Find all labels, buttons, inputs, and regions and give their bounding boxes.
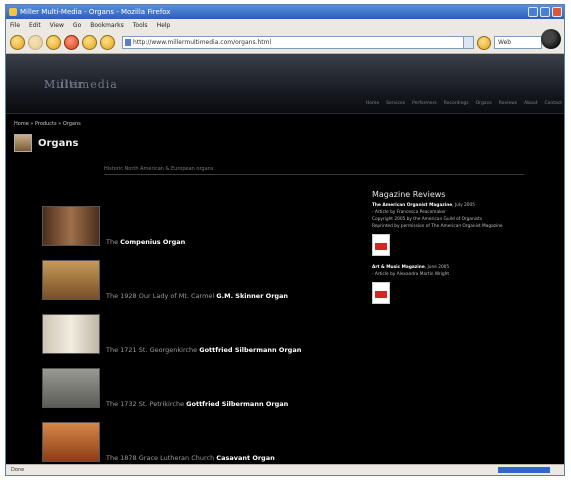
review-source: Art & Music Magazine, June 2005 [372, 265, 450, 270]
bookmark-button[interactable] [100, 35, 115, 50]
organ-link[interactable]: The 1928 Our Lady of Mt. Carmel G.M. Ski… [106, 292, 288, 300]
pdf-icon[interactable] [372, 282, 390, 304]
menu-view[interactable]: View [50, 22, 64, 29]
menu-edit[interactable]: Edit [29, 22, 41, 29]
menu-bar: File Edit View Go Bookmarks Tools Help [6, 19, 564, 49]
list-item[interactable]: The 1928 Our Lady of Mt. Carmel G.M. Ski… [42, 260, 362, 300]
page-title-row: Organs [14, 134, 78, 152]
list-item[interactable]: The 1732 St. Petrikirche Gottfried Silbe… [42, 368, 362, 408]
list-item[interactable]: The 1878 Grace Lutheran Church Casavant … [42, 422, 362, 462]
site-nav: Home Services Performers Recordings Orga… [366, 101, 562, 106]
menu-go[interactable]: Go [73, 22, 81, 29]
nav-reviews[interactable]: Reviews [499, 101, 517, 106]
organ-link[interactable]: The 1878 Grace Lutheran Church Casavant … [106, 454, 275, 462]
organ-photo[interactable] [42, 422, 100, 462]
menu-file[interactable]: File [10, 22, 20, 29]
organ-photo[interactable] [42, 314, 100, 354]
go-button[interactable] [477, 35, 491, 50]
review-line: - Article by Francesca Peacemaker [372, 210, 446, 215]
menu-help[interactable]: Help [157, 22, 171, 29]
organ-link[interactable]: The 1732 St. Petrikirche Gottfried Silbe… [106, 400, 288, 408]
back-button[interactable] [10, 35, 25, 50]
forward-button[interactable] [28, 35, 43, 50]
organ-link[interactable]: The Compenius Organ [106, 238, 185, 246]
page-content: Miller Multimedia Home Services Performe… [6, 54, 564, 466]
nav-services[interactable]: Services [386, 101, 405, 106]
search-input[interactable]: Web [494, 36, 542, 49]
reload-button[interactable] [46, 35, 61, 50]
status-text: Done [11, 467, 25, 473]
pdf-icon[interactable] [372, 234, 390, 256]
review-line: - Article by Alexandra Martin Wright [372, 272, 450, 277]
nav-organs[interactable]: Organs [476, 101, 492, 106]
stop-button[interactable] [64, 35, 79, 50]
organ-photo[interactable] [42, 260, 100, 300]
progress-bar [498, 467, 550, 473]
page-title: Organs [38, 137, 79, 149]
browser-window: Miller Multi-Media - Organs - Mozilla Fi… [5, 4, 565, 476]
close-button[interactable] [552, 7, 562, 17]
address-bar[interactable]: http://www.millermultimedia.com/organs.h… [122, 36, 474, 49]
breadcrumb[interactable]: Home » Products » Organs [14, 121, 81, 127]
review-line: Reprinted by permission of The American … [372, 224, 503, 229]
throbber-icon [541, 29, 561, 49]
navigation-toolbar: http://www.millermultimedia.com/organs.h… [6, 32, 564, 54]
list-item[interactable]: The Compenius Organ [42, 206, 362, 246]
firefox-icon [9, 8, 17, 16]
magazine-reviews: Magazine Reviews The American Organist M… [372, 190, 552, 312]
site-header: Miller Multimedia Home Services Performe… [6, 54, 564, 114]
menu-bookmarks[interactable]: Bookmarks [90, 22, 124, 29]
logo-subtext: Multimedia [44, 78, 118, 91]
organ-photo[interactable] [42, 368, 100, 408]
status-bar: Done [6, 464, 564, 475]
page-subtitle: Historic North American & European organ… [104, 166, 214, 172]
nav-about[interactable]: About [524, 101, 537, 106]
address-dropdown-icon[interactable] [463, 37, 473, 48]
menu-tools[interactable]: Tools [133, 22, 148, 29]
page-icon [125, 39, 131, 46]
nav-home[interactable]: Home [366, 101, 379, 106]
nav-performers[interactable]: Performers [412, 101, 437, 106]
maximize-button[interactable] [540, 7, 550, 17]
address-text: http://www.millermultimedia.com/organs.h… [133, 39, 272, 46]
reviews-heading: Magazine Reviews [372, 190, 446, 199]
organ-photo[interactable] [42, 206, 100, 246]
review-source: The American Organist Magazine, July 200… [372, 203, 475, 208]
review-line: Copyright 2005 by the American Guild of … [372, 217, 483, 222]
list-item[interactable]: The 1721 St. Georgenkirche Gottfried Sil… [42, 314, 362, 354]
nav-contact[interactable]: Contact [544, 101, 562, 106]
title-bar: Miller Multi-Media - Organs - Mozilla Fi… [6, 5, 564, 19]
nav-recordings[interactable]: Recordings [444, 101, 469, 106]
minimize-button[interactable] [528, 7, 538, 17]
home-button[interactable] [82, 35, 97, 50]
divider [104, 174, 524, 175]
window-title: Miller Multi-Media - Organs - Mozilla Fi… [20, 8, 171, 16]
organ-link[interactable]: The 1721 St. Georgenkirche Gottfried Sil… [106, 346, 301, 354]
organ-thumbnail-icon [14, 134, 32, 152]
window-controls [528, 7, 562, 17]
